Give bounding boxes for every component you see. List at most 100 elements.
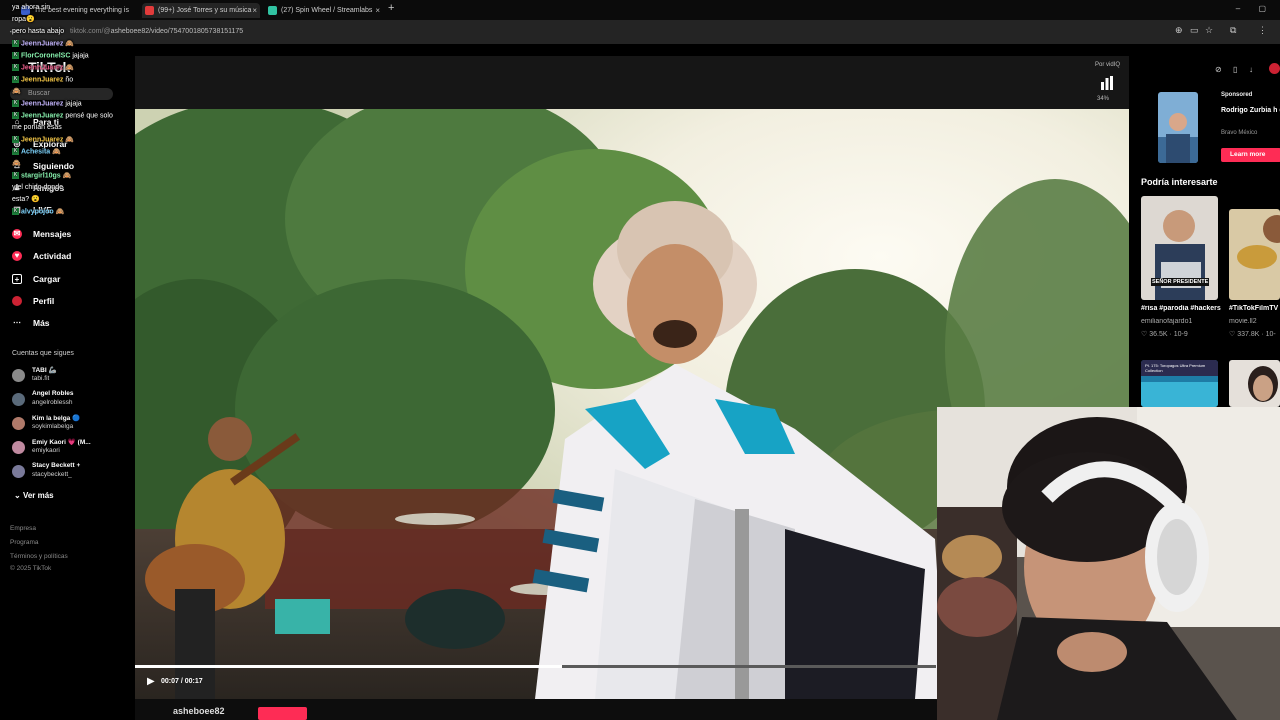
- zoom-icon[interactable]: ⊕: [1175, 25, 1183, 36]
- account-handle: tabi.fit: [32, 375, 50, 382]
- kick-badge-icon: K: [12, 64, 19, 71]
- kick-badge-icon: K: [12, 136, 19, 143]
- avatar: [12, 369, 25, 382]
- chat-message: K JeennJuarez 🙈: [12, 136, 74, 144]
- footer-link[interactable]: Programa: [10, 539, 39, 546]
- avatar: [12, 441, 25, 454]
- kick-badge-icon: K: [12, 100, 19, 107]
- phone-icon[interactable]: ▯: [1233, 65, 1237, 74]
- time-display: 00:07 / 00:17: [161, 678, 203, 685]
- following-header: Cuentas que sigues: [12, 350, 74, 357]
- ad-title[interactable]: Rodrigo Zurbia h de Bravo y su for: [1221, 106, 1280, 115]
- tab-close-icon[interactable]: ×: [375, 3, 380, 18]
- video-card-author[interactable]: movie.ll2: [1229, 318, 1257, 325]
- video-card-caption[interactable]: #TikTokFilmTV edition #filmbe: [1229, 305, 1280, 312]
- player-top-strip: [135, 56, 1129, 109]
- kick-badge-icon: K: [12, 148, 19, 155]
- more-icon: ⋯: [13, 318, 21, 327]
- browser-tab[interactable]: (27) Spin Wheel / Streamlabs ×: [265, 3, 383, 18]
- chat-text: 🙈: [65, 64, 75, 72]
- chat-username: JeennJuarez: [21, 64, 66, 72]
- browser-tab-bar: The best evening everything is (99+) Jos…: [0, 0, 1280, 20]
- ver-mas-button[interactable]: ⌄ Ver más: [14, 491, 54, 500]
- progress-bar[interactable]: [135, 665, 936, 668]
- tab-close-icon[interactable]: ×: [252, 3, 257, 18]
- chat-username: JeennJuarez: [21, 112, 66, 120]
- chat-message: y el chido donde: [12, 184, 63, 192]
- bar-stats-icon[interactable]: [1101, 76, 1113, 90]
- following-account[interactable]: Kim la belga 🔵 soykimlabelga: [12, 414, 132, 436]
- url-field[interactable]: tiktok.com/@asheboee82/video/75470018057…: [70, 25, 1200, 39]
- following-account[interactable]: TABI 🦾 tabi.fit: [12, 366, 132, 388]
- chat-text: esta? 😮: [12, 196, 40, 203]
- video-card-thumbnail[interactable]: [1229, 360, 1280, 407]
- chat-username: JeennJuarez: [21, 40, 66, 48]
- following-account[interactable]: Angel Robles angelroblessh: [12, 390, 132, 412]
- chat-message: me ponían esas: [12, 124, 62, 132]
- nav-cargar[interactable]: + Cargar: [12, 271, 60, 287]
- ad-thumbnail[interactable]: [1158, 92, 1198, 163]
- chat-message: ya ahora sin: [12, 4, 50, 12]
- chat-text: ropa😮: [12, 16, 35, 23]
- account-handle: stacybeckett_: [32, 471, 72, 478]
- footer-link[interactable]: Términos y políticas: [10, 553, 68, 560]
- following-account[interactable]: Stacy Beckett + stacybeckett_: [12, 462, 132, 484]
- chat-text: jajaja: [65, 100, 82, 108]
- thumbnail-overlay-text: SEÑOR PRESIDENTE: [1151, 278, 1210, 286]
- nav-perfil[interactable]: Perfil: [12, 293, 54, 309]
- video-author[interactable]: asheboee82: [173, 706, 225, 716]
- new-tab-button[interactable]: +: [388, 2, 394, 14]
- account-name: Angel Robles: [32, 390, 74, 397]
- avatar: [12, 465, 25, 478]
- chat-message: pero hasta abajo: [12, 28, 64, 36]
- play-icon[interactable]: ▶: [147, 676, 155, 687]
- learn-more-button[interactable]: Learn more: [1221, 148, 1280, 162]
- chat-text: ño: [65, 76, 74, 84]
- window-controls[interactable]: – ▢: [1236, 4, 1274, 13]
- avatar: [12, 393, 25, 406]
- account-name: Emiy Kaori 💗 (M...: [32, 439, 91, 446]
- video-thumbnail-image: [1229, 209, 1280, 300]
- video-card-thumbnail[interactable]: Pt. 175: Toropagos Ultra Premium Collect…: [1141, 360, 1218, 407]
- extensions-icon[interactable]: ⧉: [1230, 25, 1236, 36]
- video-card-thumbnail[interactable]: [1229, 209, 1280, 300]
- video-card-thumbnail[interactable]: SEÑOR PRESIDENTE: [1141, 196, 1218, 300]
- chat-message: K JeennJuarez jajaja: [12, 100, 82, 108]
- messages-icon: ✉: [12, 229, 22, 239]
- screen: { "browser": { "tabs": [ {"label": "The …: [0, 0, 1280, 720]
- chat-message: esta? 😮: [12, 196, 40, 204]
- tab-favicon-icon: [145, 6, 154, 15]
- download-icon[interactable]: ↓: [1249, 65, 1253, 74]
- footer-link[interactable]: Empresa: [10, 525, 36, 532]
- compass-icon[interactable]: ⊘: [1215, 65, 1222, 74]
- following-account[interactable]: Emiy Kaori 💗 (M... emiykaori: [12, 438, 132, 460]
- profile-menu-icon[interactable]: ⋮: [1258, 25, 1267, 36]
- browser-tab-active[interactable]: (99+) José Torres y su música ×: [142, 3, 260, 18]
- follow-button[interactable]: [258, 707, 307, 720]
- webcam-image: [937, 407, 1280, 720]
- nav-label: Cargar: [33, 274, 61, 284]
- kick-badge-icon: K: [12, 208, 19, 215]
- tab-title: (99+) José Torres y su música: [158, 7, 252, 14]
- account-handle: emiykaori: [32, 447, 60, 454]
- upload-icon: +: [12, 274, 22, 284]
- nav-mensajes[interactable]: ✉ Mensajes: [12, 226, 71, 242]
- section-title: Podría interesarte: [1141, 177, 1218, 187]
- avatar: [12, 417, 25, 430]
- nav-mas[interactable]: ⋯ Más: [12, 315, 50, 331]
- account-handle: soykimlabelga: [32, 423, 74, 430]
- video-card-caption[interactable]: #risa #parodia #hackers #policula...: [1141, 305, 1221, 312]
- stream-chat-overlay: ya ahora sin ropa😮 pero hasta abajo K JeennJ…: [12, 4, 132, 222]
- video-card-author[interactable]: emilianofajardo1: [1141, 318, 1192, 325]
- cast-icon[interactable]: ▭: [1190, 25, 1199, 36]
- kick-badge-icon: K: [12, 40, 19, 47]
- sponsored-label: Sponsored: [1221, 92, 1253, 98]
- vidiq-label: Por vidIQ: [1095, 62, 1121, 68]
- nav-actividad[interactable]: ♥ Actividad: [12, 248, 71, 264]
- bookmark-star-icon[interactable]: ☆: [1205, 25, 1213, 36]
- avatar[interactable]: [1269, 63, 1280, 74]
- chat-text: pensé que solo: [65, 112, 113, 120]
- footer-copyright: © 2025 TikTok: [10, 565, 52, 572]
- chat-username: alvypojoo: [21, 208, 56, 216]
- chat-username: JeennJuarez: [21, 76, 66, 84]
